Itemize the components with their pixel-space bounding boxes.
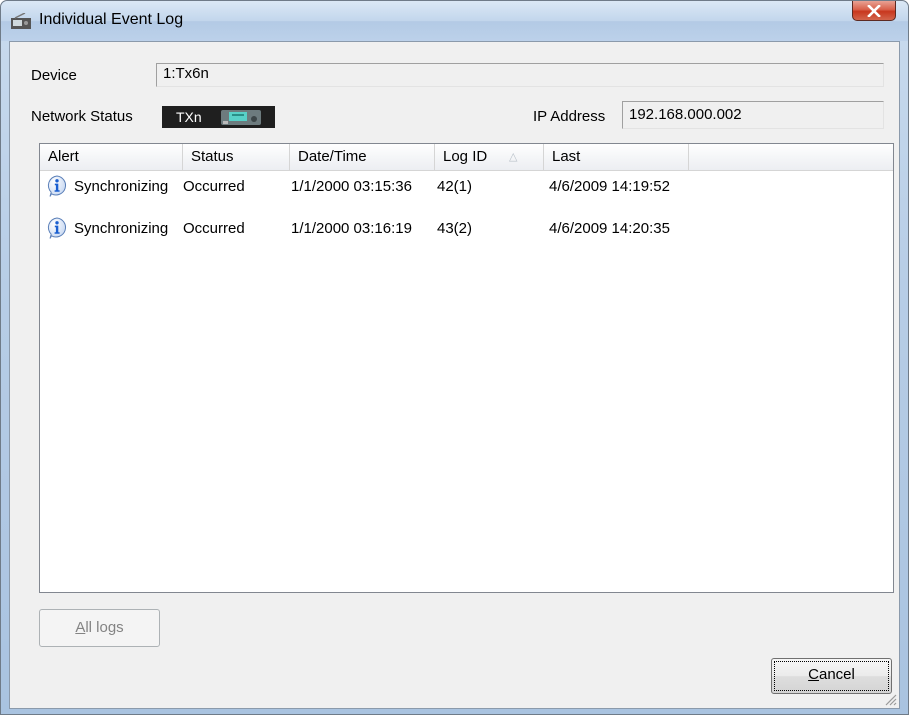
table-row[interactable]: Synchronizing Occurred 1/1/2000 03:15:36… xyxy=(40,173,893,201)
device-label: Device xyxy=(31,67,77,84)
ip-address-label: IP Address xyxy=(533,108,606,125)
alert-cell: Synchronizing xyxy=(74,178,169,195)
status-cell: Occurred xyxy=(183,220,245,237)
alert-cell: Synchronizing xyxy=(74,220,169,237)
all-logs-label: ll logs xyxy=(85,619,124,636)
device-field: 1:Tx6n xyxy=(156,63,884,87)
sort-ascending-icon: △ xyxy=(509,151,518,163)
dialog-body: Device 1:Tx6n Network Status TXn IP Addr… xyxy=(9,41,900,709)
last-cell: 4/6/2009 14:19:52 xyxy=(549,178,670,195)
event-log-window: Individual Event Log Device 1:Tx6n Netwo… xyxy=(0,0,909,715)
info-icon xyxy=(47,217,67,239)
last-cell: 4/6/2009 14:20:35 xyxy=(549,220,670,237)
column-header-datetime[interactable]: Date/Time xyxy=(290,144,435,170)
close-icon xyxy=(867,4,881,17)
network-status-badge: TXn xyxy=(162,106,275,128)
table-row[interactable]: Synchronizing Occurred 1/1/2000 03:16:19… xyxy=(40,215,893,243)
datetime-cell: 1/1/2000 03:16:19 xyxy=(291,220,412,237)
all-logs-mnemonic: A xyxy=(75,619,86,636)
log-id-cell: 42(1) xyxy=(437,178,473,195)
column-header-log-id-label: Log ID xyxy=(443,148,488,165)
column-header-status[interactable]: Status xyxy=(183,144,290,170)
info-icon xyxy=(47,175,67,197)
transmitter-icon xyxy=(220,110,261,125)
all-logs-button[interactable]: All logs xyxy=(39,609,160,647)
resize-grip-icon[interactable] xyxy=(883,692,897,706)
column-header-last[interactable]: Last xyxy=(544,144,689,170)
status-cell: Occurred xyxy=(183,178,245,195)
datetime-cell: 1/1/2000 03:15:36 xyxy=(291,178,412,195)
network-status-label: Network Status xyxy=(31,108,133,125)
list-header: Alert Status Date/Time Log ID △ Last xyxy=(40,144,893,171)
title-bar[interactable]: Individual Event Log xyxy=(1,1,908,41)
column-header-log-id[interactable]: Log ID △ xyxy=(435,144,544,170)
window-title: Individual Event Log xyxy=(39,11,184,28)
cancel-label: ancel xyxy=(818,666,855,683)
event-list[interactable]: Alert Status Date/Time Log ID △ Last Syn… xyxy=(39,143,894,593)
cancel-mnemonic: C xyxy=(808,666,819,683)
ip-address-field: 192.168.000.002 xyxy=(622,101,884,129)
cancel-button[interactable]: Cancel xyxy=(771,658,892,694)
close-button[interactable] xyxy=(852,1,896,21)
network-badge-text: TXn xyxy=(176,109,202,125)
column-header-alert[interactable]: Alert xyxy=(40,144,183,170)
log-id-cell: 43(2) xyxy=(437,220,473,237)
app-icon xyxy=(11,13,31,29)
